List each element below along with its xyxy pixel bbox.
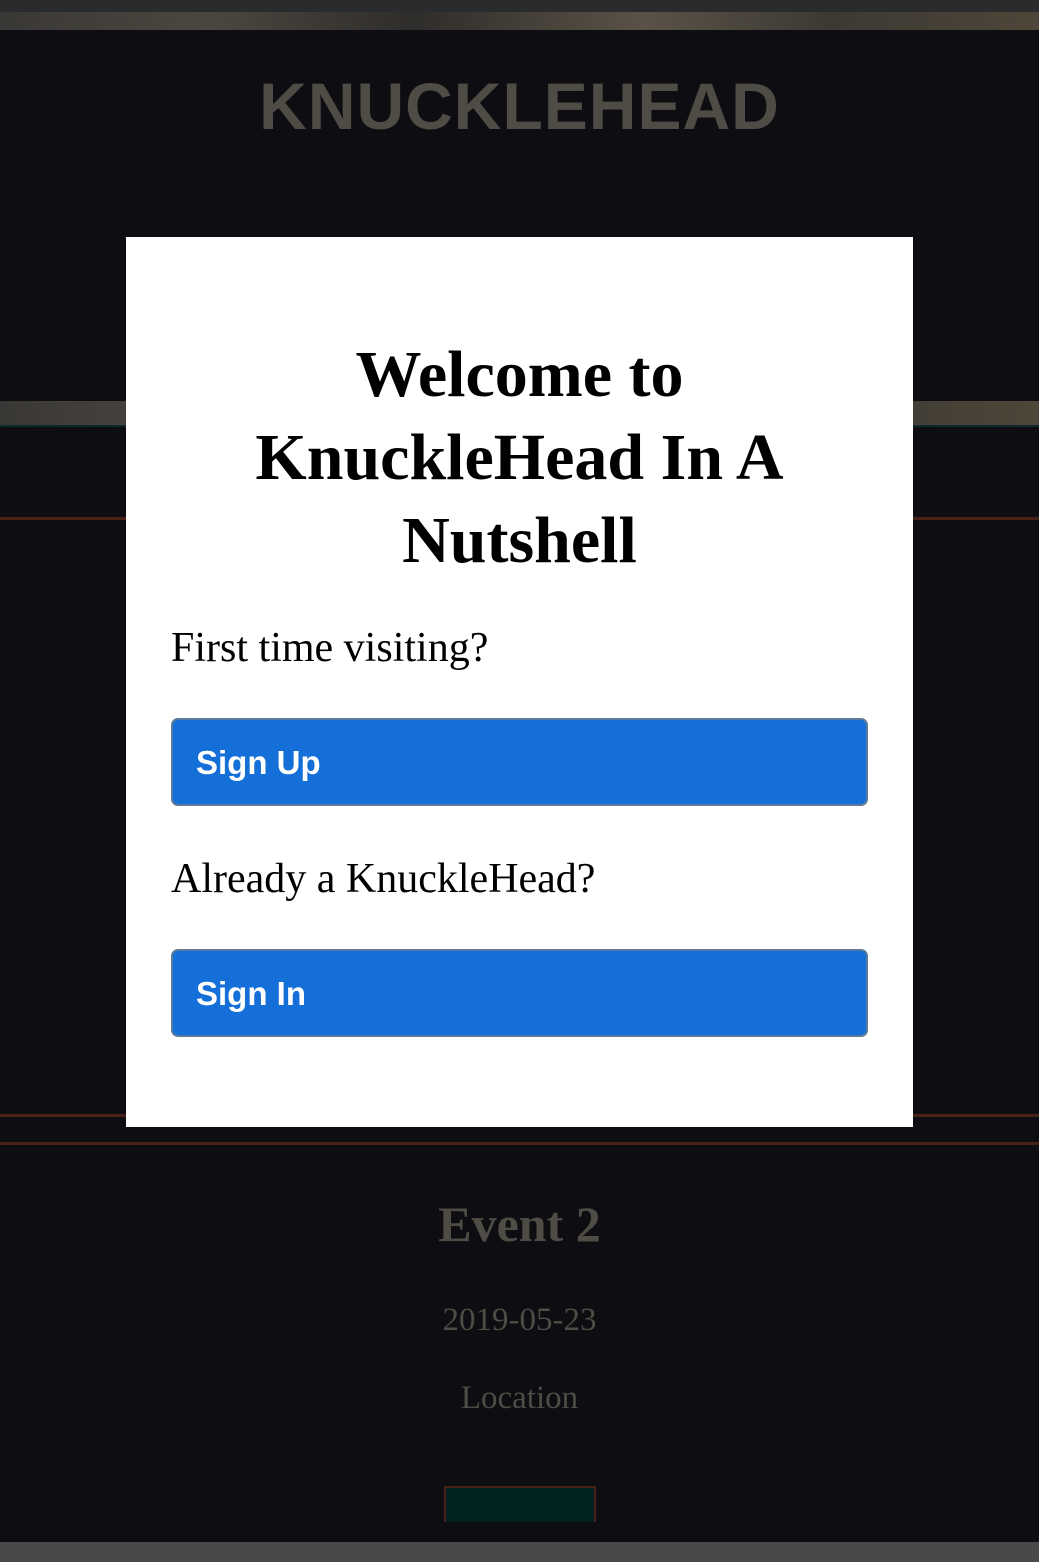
event-date: 2019-05-23 [442, 1302, 597, 1338]
event-action-button[interactable] [444, 1486, 596, 1522]
site-brand-title: KNUCKLEHEAD [259, 69, 780, 143]
first-time-prompt: First time visiting? [171, 625, 489, 671]
sign-up-button[interactable]: Sign Up [171, 718, 868, 806]
welcome-modal: Welcome to KnuckleHead In A Nutshell Fir… [126, 237, 913, 1127]
hero-image-top-edge [0, 12, 1039, 30]
modal-title: Welcome to KnuckleHead In A Nutshell [255, 338, 784, 577]
browser-top-strip [0, 0, 1039, 12]
event-location: Location [460, 1380, 579, 1416]
section-divider [0, 1142, 1039, 1145]
bottom-bar [0, 1542, 1039, 1562]
sign-in-button[interactable]: Sign In [171, 949, 868, 1037]
event-title: Event 2 [438, 1196, 601, 1252]
returning-user-prompt: Already a KnuckleHead? [171, 856, 596, 902]
